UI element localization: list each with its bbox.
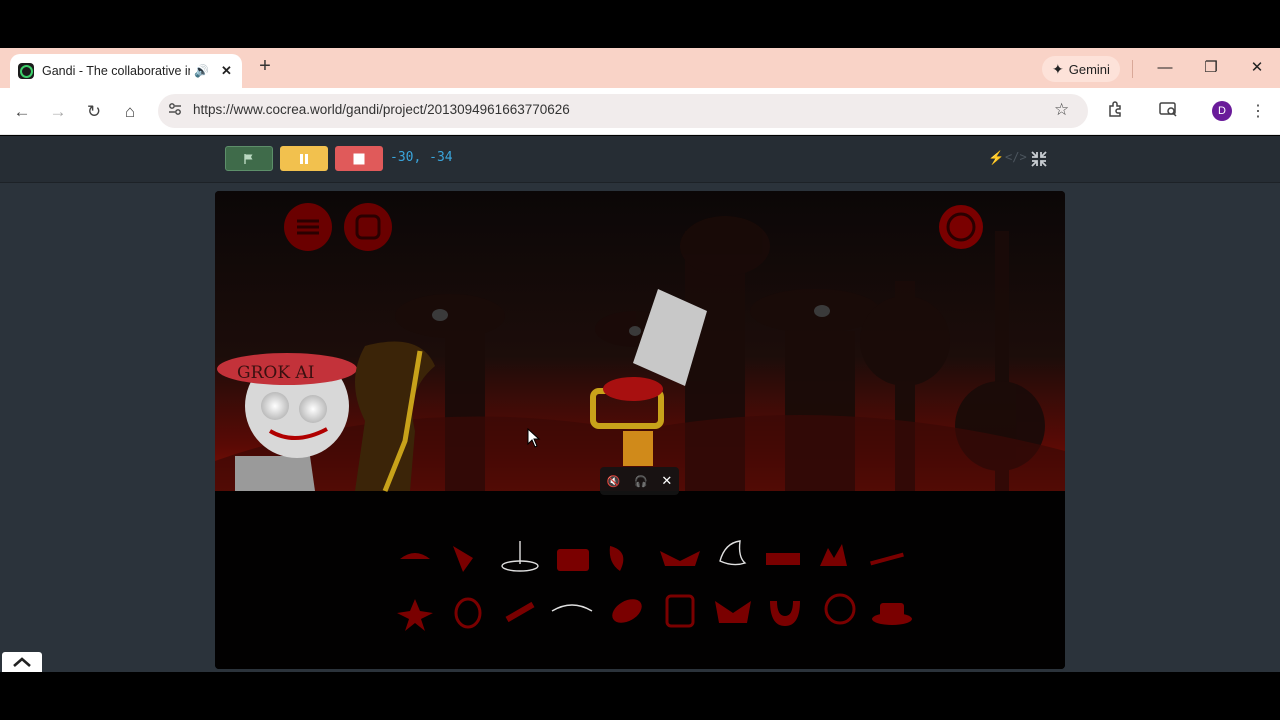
gemini-sparkle-icon: ✦: [1052, 60, 1064, 77]
back-button[interactable]: ←: [10, 100, 34, 124]
shrink-icon[interactable]: [1030, 150, 1048, 168]
headphones-icon[interactable]: 🎧: [634, 475, 648, 488]
kebab-menu-icon[interactable]: ⋮: [1250, 100, 1266, 124]
stop-button[interactable]: [335, 146, 383, 171]
mouse-cursor-icon: [527, 427, 541, 453]
profile-avatar[interactable]: D: [1212, 101, 1232, 121]
tab-audio-icon[interactable]: 🔊: [194, 64, 209, 78]
tab-media-controls: 🔇 🎧 ✕: [600, 467, 679, 495]
letterbox-bottom: [0, 672, 1280, 720]
chevron-up-icon: [13, 657, 31, 667]
gandi-favicon-icon: [18, 63, 34, 79]
stop-icon: [353, 153, 365, 164]
green-flag-button[interactable]: [225, 146, 273, 171]
tab-title: Gandi - The collaborative in: [42, 64, 190, 78]
minimize-button[interactable]: —: [1153, 56, 1177, 80]
letterbox-top: [0, 0, 1280, 48]
code-icon[interactable]: </>: [1005, 150, 1027, 164]
tab-close-button[interactable]: ✕: [221, 63, 232, 79]
pause-icon: [300, 153, 308, 164]
turbo-icon[interactable]: ⚡: [988, 150, 1004, 166]
stage-scene: GROK AI: [215, 191, 1065, 669]
browser-tab[interactable]: Gandi - The collaborative in 🔊 ✕: [10, 54, 242, 88]
expand-panel-button[interactable]: [2, 652, 42, 672]
project-controls-bar: [0, 136, 1280, 183]
site-info-icon[interactable]: [165, 101, 185, 121]
url-text[interactable]: https://www.cocrea.world/gandi/project/2…: [193, 102, 570, 117]
mouse-coordinates: -30, -34: [390, 150, 453, 165]
grok-hat-label: GROK AI: [237, 363, 314, 383]
game-stage[interactable]: GROK AI: [215, 191, 1065, 669]
forward-button[interactable]: →: [46, 100, 70, 124]
pause-button[interactable]: [280, 146, 328, 171]
media-close-icon[interactable]: ✕: [661, 473, 672, 489]
bookmark-star-icon[interactable]: ☆: [1054, 100, 1069, 120]
mute-icon[interactable]: 🔇: [607, 475, 621, 488]
restore-button[interactable]: ❐: [1199, 56, 1223, 80]
extensions-icon[interactable]: [1104, 100, 1128, 124]
home-button[interactable]: ⌂: [118, 100, 142, 124]
window-close-button[interactable]: ✕: [1245, 56, 1269, 80]
flag-icon: [244, 153, 253, 164]
reload-button[interactable]: ↻: [82, 100, 106, 124]
new-tab-button[interactable]: +: [254, 55, 276, 77]
gemini-button[interactable]: ✦ Gemini: [1042, 56, 1120, 82]
gemini-label: Gemini: [1068, 61, 1110, 77]
tabstrip-divider: [1132, 60, 1133, 78]
cast-icon[interactable]: [1156, 100, 1180, 124]
